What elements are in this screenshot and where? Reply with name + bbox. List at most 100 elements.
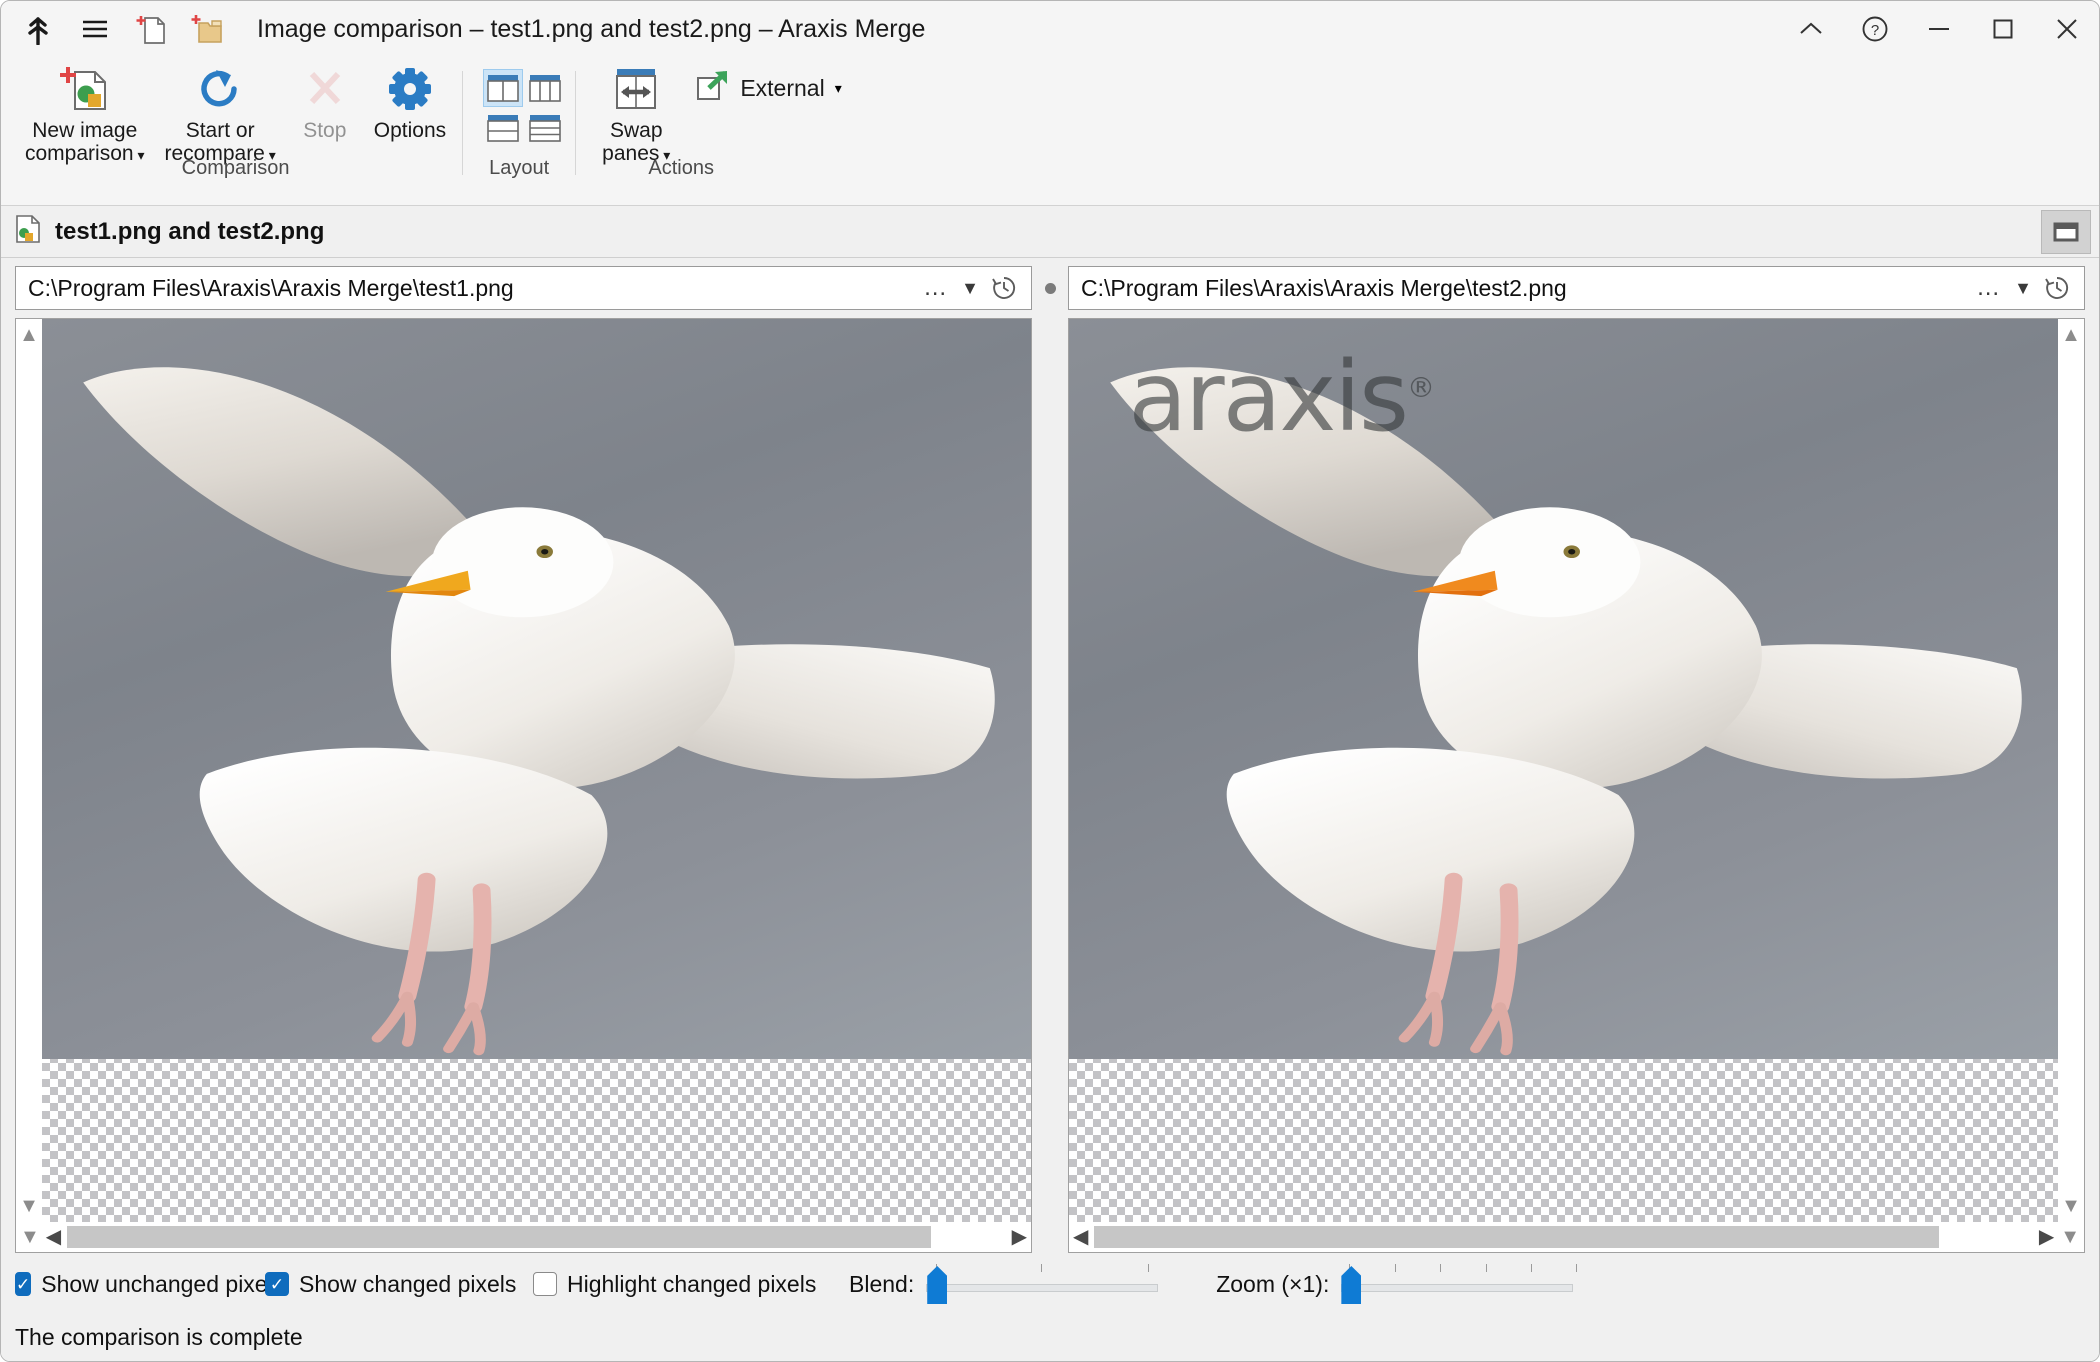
swap-panes-icon — [610, 63, 662, 115]
options-row: ✓ Show unchanged pixels ✓ Show changed p… — [15, 1253, 2085, 1315]
ribbon-toolbar: New image comparison ▾ Start or recompar… — [1, 57, 2099, 206]
right-horizontal-scrollbar[interactable]: ◀ ▶ ▼ — [1069, 1222, 2084, 1252]
zoom-slider-thumb[interactable] — [1341, 1266, 1361, 1304]
start-or-recompare-button[interactable]: Start or recompare ▾ — [154, 57, 285, 167]
checkbox-label: Highlight changed pixels — [567, 1271, 816, 1298]
browse-ellipsis-button[interactable]: … — [1976, 274, 2002, 302]
document-tab-title[interactable]: test1.png and test2.png — [55, 218, 324, 246]
scroll-down-arrow-icon[interactable]: ▼ — [19, 1196, 39, 1216]
new-folder-comparison-icon[interactable] — [179, 3, 235, 55]
minimize-icon[interactable] — [1907, 2, 1971, 56]
chevron-down-icon[interactable]: ▼ — [2014, 278, 2032, 299]
scroll-right-arrow-icon[interactable]: ▶ — [1012, 1227, 1027, 1247]
external-button[interactable]: External ▾ — [686, 67, 851, 109]
layout-three-rows-button[interactable] — [525, 109, 565, 147]
options-button[interactable]: Options — [364, 57, 456, 142]
right-image-canvas[interactable]: araxis® — [1069, 319, 2058, 1222]
araxis-watermark: araxis® — [1128, 341, 1433, 453]
checkbox-box[interactable]: ✓ — [265, 1272, 289, 1296]
right-image-pane: araxis® ▲ ▼ ◀ ▶ ▼ — [1068, 318, 2085, 1253]
left-image-canvas[interactable] — [42, 319, 1031, 1222]
pane-gap — [1032, 318, 1068, 1253]
close-icon[interactable] — [2035, 2, 2099, 56]
history-clock-icon[interactable] — [2044, 275, 2070, 301]
right-file-path-value[interactable]: C:\Program Files\Araxis\Araxis Merge\tes… — [1081, 275, 1976, 302]
blend-slider-track[interactable] — [926, 1284, 1158, 1292]
blend-slider[interactable] — [926, 1262, 1166, 1306]
external-button-label: External — [740, 75, 824, 102]
scroll-down-arrow-icon[interactable]: ▼ — [20, 1227, 40, 1247]
new-file-comparison-icon[interactable] — [123, 3, 179, 55]
right-file-path-field[interactable]: C:\Program Files\Araxis\Araxis Merge\tes… — [1068, 266, 2085, 310]
chevron-down-icon[interactable]: ▼ — [961, 278, 979, 299]
history-clock-icon[interactable] — [991, 275, 1017, 301]
gear-icon — [384, 63, 436, 115]
browse-ellipsis-button[interactable]: … — [923, 274, 949, 302]
toggle-panel-icon[interactable] — [2041, 210, 2091, 254]
scroll-left-arrow-icon[interactable]: ◀ — [1073, 1227, 1088, 1247]
swap-panes-button[interactable]: Swap panes ▾ — [592, 57, 680, 167]
ribbon-group-layout: Layout — [463, 57, 575, 205]
blend-slider-label: Blend: — [849, 1271, 914, 1298]
scroll-up-arrow-icon[interactable]: ▲ — [19, 325, 39, 345]
button-label-line1: Stop — [303, 119, 346, 142]
left-hscroll-thumb[interactable] — [67, 1226, 930, 1248]
external-open-icon — [696, 70, 730, 107]
button-label-line1: Options — [374, 119, 446, 142]
left-file-path-value[interactable]: C:\Program Files\Araxis\Araxis Merge\tes… — [28, 275, 923, 302]
scroll-left-arrow-icon[interactable]: ◀ — [46, 1227, 61, 1247]
zoom-slider-track[interactable] — [1341, 1284, 1573, 1292]
app-window: Image comparison – test1.png and test2.p… — [0, 0, 2100, 1362]
scroll-up-arrow-icon[interactable]: ▲ — [2061, 325, 2081, 345]
status-bar: The comparison is complete — [15, 1315, 2085, 1359]
layout-options — [483, 69, 565, 147]
right-hscroll-thumb[interactable] — [1094, 1226, 1939, 1248]
layout-three-columns-button[interactable] — [525, 69, 565, 107]
scroll-right-arrow-icon[interactable]: ▶ — [2039, 1227, 2054, 1247]
chevron-down-icon[interactable]: ▾ — [835, 80, 842, 97]
scroll-down-arrow-icon[interactable]: ▼ — [2060, 1227, 2080, 1247]
blend-slider-group: Blend: — [849, 1262, 1166, 1306]
right-vertical-scrollbar[interactable]: ▲ ▼ — [2058, 319, 2084, 1222]
window-controls: ? — [1779, 2, 2099, 56]
hamburger-menu-icon[interactable] — [67, 3, 123, 55]
zoom-slider[interactable] — [1341, 1262, 1581, 1306]
left-image-pane: ▲ ▼ — [15, 318, 1032, 1253]
checkbox-box[interactable] — [533, 1272, 557, 1296]
left-image-content — [42, 319, 1031, 1059]
zoom-slider-group: Zoom (×1): — [1216, 1262, 1581, 1306]
layout-two-columns-button[interactable] — [483, 69, 523, 107]
right-path-controls: … ▼ — [1976, 274, 2076, 302]
help-circle-icon[interactable]: ? — [1843, 2, 1907, 56]
show-unchanged-pixels-checkbox[interactable]: ✓ Show unchanged pixels — [15, 1271, 265, 1298]
layout-two-rows-button[interactable] — [483, 109, 523, 147]
new-image-comparison-button[interactable]: New image comparison ▾ — [15, 57, 154, 167]
left-hscroll-track[interactable] — [67, 1226, 1005, 1248]
right-image-content: araxis® — [1069, 319, 2058, 1059]
pane-separator-dot — [1032, 283, 1068, 294]
checkbox-label: Show changed pixels — [299, 1271, 516, 1298]
app-logo-icon — [11, 3, 67, 55]
stop-x-icon — [299, 63, 351, 115]
blend-slider-thumb[interactable] — [927, 1266, 947, 1304]
collapse-ribbon-chevron-up-icon[interactable] — [1779, 2, 1843, 56]
checkbox-label: Show unchanged pixels — [41, 1271, 284, 1298]
bottom-bar: ✓ Show unchanged pixels ✓ Show changed p… — [1, 1253, 2099, 1361]
refresh-icon — [194, 63, 246, 115]
check-icon: ✓ — [270, 1276, 284, 1293]
button-label-line1: New image — [32, 119, 137, 142]
right-pane-body: araxis® ▲ ▼ — [1069, 319, 2084, 1222]
left-horizontal-scrollbar[interactable]: ▼ ◀ ▶ — [16, 1222, 1031, 1252]
checkbox-box[interactable]: ✓ — [15, 1272, 31, 1296]
status-text: The comparison is complete — [15, 1324, 303, 1351]
title-bar: Image comparison – test1.png and test2.p… — [1, 1, 2099, 57]
scroll-down-arrow-icon[interactable]: ▼ — [2061, 1196, 2081, 1216]
button-label-line1: Swap — [610, 119, 663, 142]
right-hscroll-track[interactable] — [1094, 1226, 2032, 1248]
left-path-controls: … ▼ — [923, 274, 1023, 302]
highlight-changed-pixels-checkbox[interactable]: Highlight changed pixels — [533, 1271, 823, 1298]
maximize-icon[interactable] — [1971, 2, 2035, 56]
show-changed-pixels-checkbox[interactable]: ✓ Show changed pixels — [265, 1271, 533, 1298]
left-vertical-scrollbar[interactable]: ▲ ▼ — [16, 319, 42, 1222]
left-file-path-field[interactable]: C:\Program Files\Araxis\Araxis Merge\tes… — [15, 266, 1032, 310]
